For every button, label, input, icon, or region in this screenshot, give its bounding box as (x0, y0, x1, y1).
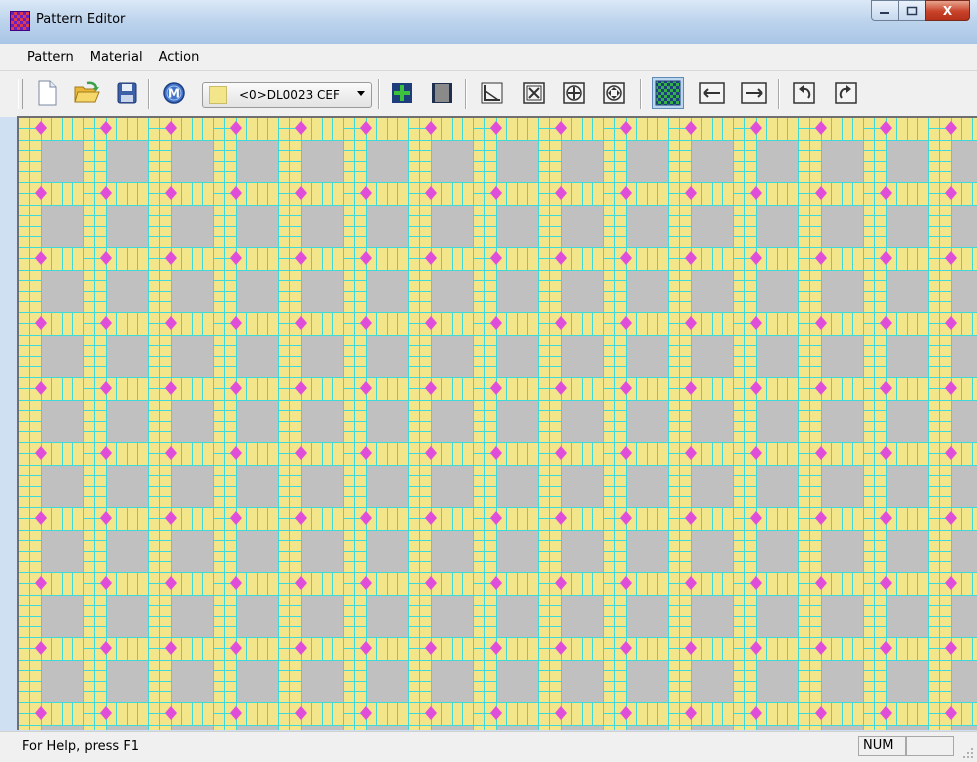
pattern-canvas[interactable] (17, 116, 977, 730)
maximize-button[interactable] (898, 0, 926, 21)
arrow-left-button[interactable] (698, 79, 726, 107)
material-button[interactable]: M (160, 79, 188, 107)
pattern-grid[interactable] (19, 118, 977, 730)
material-select[interactable]: <0>DL0023 CEF (202, 82, 372, 108)
angle-icon (481, 82, 503, 104)
checker-view-button[interactable] (652, 77, 684, 109)
status-pane-empty (906, 736, 954, 756)
pattern-editor-window: Pattern Editor X Pattern Material Action (0, 0, 977, 762)
app-checker-icon (10, 11, 30, 31)
rotate-cw-button[interactable] (832, 79, 860, 107)
pattern-fill (19, 118, 977, 730)
caption-buttons: X (871, 0, 970, 22)
toolbar-separator (465, 79, 467, 109)
menu-bar: Pattern Material Action (0, 44, 977, 71)
maximize-icon (906, 6, 918, 15)
cross-box-button[interactable] (520, 79, 548, 107)
green-plus-tile-icon (392, 83, 412, 103)
chevron-down-icon (357, 91, 365, 96)
toolbar-separator (378, 79, 380, 109)
move-cross-button[interactable] (560, 79, 588, 107)
num-lock-indicator: NUM (858, 736, 906, 756)
menu-action[interactable]: Action (151, 50, 208, 65)
close-icon: X (942, 3, 953, 18)
angle-button[interactable] (478, 79, 506, 107)
title-bar[interactable]: Pattern Editor X (0, 0, 977, 44)
toolbar-grip[interactable] (18, 79, 23, 109)
open-folder-icon (74, 81, 100, 103)
checker-view-icon (655, 80, 681, 106)
remove-tile-button[interactable] (428, 79, 456, 107)
menu-material[interactable]: Material (82, 50, 151, 65)
svg-text:M: M (168, 87, 180, 101)
add-tile-button[interactable] (388, 79, 416, 107)
save-button[interactable] (113, 79, 141, 107)
rotate-ccw-icon (793, 82, 815, 104)
move-arrows-icon (603, 82, 625, 104)
status-help-text: For Help, press F1 (22, 739, 140, 754)
open-folder-button[interactable] (73, 79, 101, 107)
material-select-value: <0>DL0023 CEF (239, 88, 340, 102)
material-m-circle-icon: M (163, 82, 185, 104)
gray-tile-icon (432, 83, 452, 103)
new-document-icon (38, 80, 57, 106)
toolbar: M <0>DL0023 CEF (0, 71, 977, 118)
status-bar: For Help, press F1 NUM (0, 731, 977, 762)
close-button[interactable]: X (925, 0, 970, 21)
arrow-right-icon (741, 82, 767, 104)
rotate-cw-icon (835, 82, 857, 104)
toolbar-separator (778, 79, 780, 109)
num-lock-label: NUM (863, 738, 894, 753)
save-disk-icon (117, 82, 137, 104)
new-document-button[interactable] (33, 79, 61, 107)
minimize-button[interactable] (871, 0, 899, 21)
move-cross-icon (563, 82, 585, 104)
toolbar-separator (148, 79, 150, 109)
cross-box-icon (523, 82, 545, 104)
rotate-ccw-button[interactable] (790, 79, 818, 107)
minimize-icon (880, 11, 889, 14)
toolbar-separator (640, 79, 642, 109)
resize-grip-icon[interactable] (962, 747, 974, 759)
arrow-right-button[interactable] (740, 79, 768, 107)
window-title: Pattern Editor (36, 12, 126, 27)
move-arrows-button[interactable] (600, 79, 628, 107)
arrow-left-icon (699, 82, 725, 104)
menu-pattern[interactable]: Pattern (19, 50, 82, 65)
window-left-border (0, 117, 17, 731)
material-color-swatch (209, 86, 227, 104)
